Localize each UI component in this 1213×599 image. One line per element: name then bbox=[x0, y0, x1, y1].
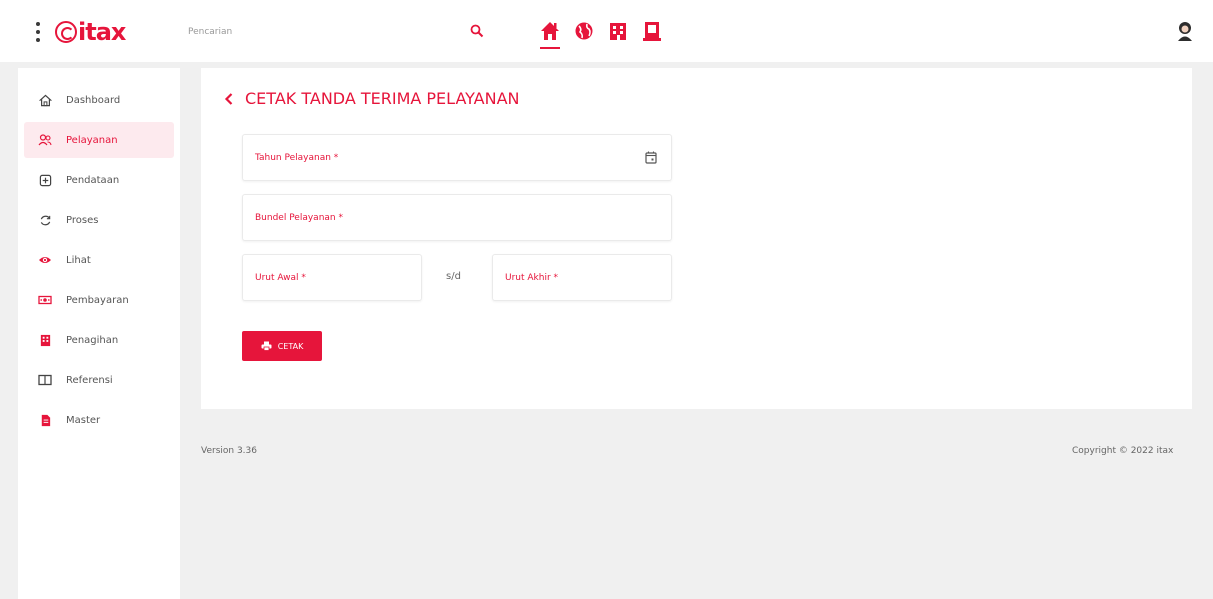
sidebar-item-label: Penagihan bbox=[66, 334, 119, 346]
globe-icon[interactable] bbox=[574, 20, 594, 42]
tahun-pelayanan-label: Tahun Pelayanan * bbox=[255, 152, 339, 163]
logo-mark-icon bbox=[55, 21, 77, 43]
app-logo[interactable]: itax bbox=[55, 18, 126, 46]
logo-text: itax bbox=[78, 18, 126, 46]
eye-icon bbox=[38, 253, 52, 267]
sidebar-item-label: Pelayanan bbox=[66, 134, 118, 146]
home-outline-icon bbox=[38, 93, 52, 107]
sidebar-item-label: Dashboard bbox=[66, 94, 121, 106]
kebab-menu-icon[interactable] bbox=[36, 22, 40, 42]
chevron-left-icon[interactable] bbox=[223, 92, 235, 106]
sidebar-item-penagihan[interactable]: Penagihan bbox=[24, 322, 174, 358]
urut-akhir-field[interactable]: Urut Akhir * bbox=[492, 254, 672, 301]
user-avatar-icon[interactable] bbox=[1175, 20, 1195, 42]
urut-awal-label: Urut Awal * bbox=[255, 272, 306, 283]
sidebar-item-lihat[interactable]: Lihat bbox=[24, 242, 174, 278]
sidebar-item-proses[interactable]: Proses bbox=[24, 202, 174, 238]
search-input[interactable] bbox=[180, 18, 460, 46]
print-button-label: CETAK bbox=[277, 341, 304, 351]
sidebar-item-label: Referensi bbox=[66, 374, 113, 386]
sidebar-item-label: Master bbox=[66, 414, 101, 426]
sidebar-item-dashboard[interactable]: Dashboard bbox=[24, 82, 174, 118]
calendar-icon[interactable] bbox=[645, 151, 657, 164]
version-text: Version 3.36 bbox=[201, 446, 257, 456]
page-title: CETAK TANDA TERIMA PELAYANAN bbox=[223, 89, 520, 108]
copyright-text: Copyright © 2022 itax bbox=[1072, 446, 1174, 456]
sidebar-item-master[interactable]: Master bbox=[24, 402, 174, 438]
bundel-pelayanan-field[interactable]: Bundel Pelayanan * bbox=[242, 194, 672, 241]
sidebar-item-label: Lihat bbox=[66, 254, 91, 266]
users-icon bbox=[38, 133, 52, 147]
top-nav bbox=[540, 20, 662, 49]
document-icon[interactable] bbox=[642, 20, 662, 42]
sidebar-item-pembayaran[interactable]: Pembayaran bbox=[24, 282, 174, 318]
top-bar: itax bbox=[0, 0, 1213, 62]
sidebar-item-label: Pembayaran bbox=[66, 294, 129, 306]
printer-icon bbox=[261, 341, 272, 351]
plus-square-icon bbox=[38, 173, 52, 187]
main-card: CETAK TANDA TERIMA PELAYANAN Tahun Pelay… bbox=[201, 68, 1192, 409]
book-icon bbox=[38, 373, 52, 387]
search-icon[interactable] bbox=[470, 24, 484, 38]
sidebar: Dashboard Pelayanan Pendataan Proses Lih… bbox=[18, 68, 180, 599]
home-icon[interactable] bbox=[540, 20, 560, 49]
print-button[interactable]: CETAK bbox=[242, 331, 322, 361]
file-icon bbox=[38, 413, 52, 427]
page-title-text: CETAK TANDA TERIMA PELAYANAN bbox=[245, 89, 520, 108]
building-icon bbox=[38, 333, 52, 347]
refresh-icon bbox=[38, 213, 52, 227]
sidebar-item-label: Proses bbox=[66, 214, 99, 226]
bundel-pelayanan-label: Bundel Pelayanan * bbox=[255, 212, 343, 223]
urut-akhir-label: Urut Akhir * bbox=[505, 272, 559, 283]
sidebar-item-label: Pendataan bbox=[66, 174, 120, 186]
sidebar-item-pelayanan[interactable]: Pelayanan bbox=[24, 122, 174, 158]
range-separator: s/d bbox=[446, 271, 461, 282]
sidebar-item-referensi[interactable]: Referensi bbox=[24, 362, 174, 398]
urut-awal-field[interactable]: Urut Awal * bbox=[242, 254, 422, 301]
cash-icon bbox=[38, 293, 52, 307]
sidebar-item-pendataan[interactable]: Pendataan bbox=[24, 162, 174, 198]
building-icon[interactable] bbox=[608, 20, 628, 42]
tahun-pelayanan-field[interactable]: Tahun Pelayanan * bbox=[242, 134, 672, 181]
search-bar bbox=[180, 17, 502, 47]
